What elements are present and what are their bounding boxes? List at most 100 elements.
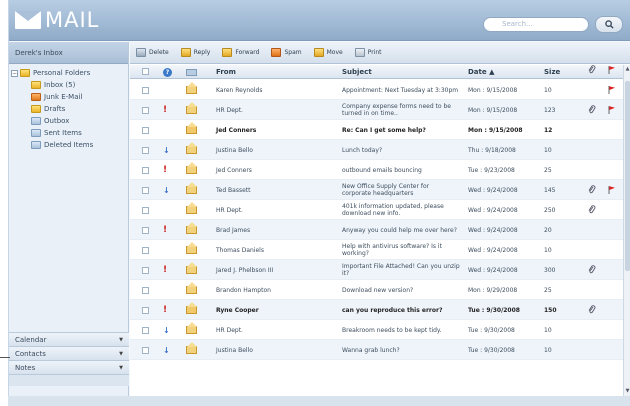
delete-button[interactable]: Delete <box>136 48 169 57</box>
row-checkbox[interactable] <box>142 120 152 140</box>
subject-cell: Re: Can I get some help? <box>342 126 426 134</box>
size-cell: 10 <box>544 86 552 94</box>
table-row[interactable]: ! Ryne Cooper can you reproduce this error… <box>130 300 623 320</box>
attachment-cell <box>588 160 600 180</box>
row-checkbox[interactable] <box>142 220 152 240</box>
table-row[interactable]: ! Jared J. Phelbson III Important File Att… <box>130 260 623 280</box>
read-status-cell <box>186 200 200 220</box>
column-subject[interactable]: Subject <box>342 65 372 79</box>
flag-cell[interactable] <box>608 280 620 300</box>
priority-column-icon[interactable]: ? <box>163 68 172 77</box>
row-checkbox[interactable] <box>142 300 152 320</box>
row-checkbox[interactable] <box>142 160 152 180</box>
flag-icon <box>608 186 615 194</box>
flag-cell[interactable] <box>608 200 620 220</box>
vertical-scrollbar[interactable]: ▲ ▼ <box>623 65 630 396</box>
row-checkbox[interactable] <box>142 200 152 220</box>
table-row[interactable]: Karen Reynolds Appointment: Next Tuesday … <box>130 80 623 100</box>
flag-cell[interactable] <box>608 100 620 120</box>
row-checkbox[interactable] <box>142 140 152 160</box>
table-row[interactable]: ↓ Ted Bassett New Office Supply Center for… <box>130 180 623 200</box>
junk-folder-icon <box>31 93 41 101</box>
checkbox-icon <box>142 166 149 174</box>
flag-cell[interactable] <box>608 140 620 160</box>
attachment-column-icon[interactable] <box>588 65 596 79</box>
flag-cell[interactable] <box>608 120 620 140</box>
column-size[interactable]: Size <box>544 65 560 79</box>
print-button[interactable]: Print <box>354 48 382 57</box>
folder-pane: Derek's Inbox − Personal Folders Inbox (… <box>9 42 129 396</box>
scrollbar-thumb[interactable] <box>625 81 630 271</box>
envelope-logo-icon <box>15 11 41 29</box>
sidebar-item-junk-e-mail[interactable]: Junk E-Mail <box>9 91 128 103</box>
search-button[interactable] <box>595 16 623 33</box>
size-cell: 20 <box>544 226 552 234</box>
checkbox-icon <box>142 206 149 214</box>
subject-cell: Help with antivirus software? Is it work… <box>342 243 442 257</box>
table-row[interactable]: Jed Conners Re: Can I get some help? Mon :… <box>130 120 623 140</box>
sidebar-item-outbox[interactable]: Outbox <box>9 115 128 127</box>
table-row[interactable]: ↓ Justina Bello Wanna grab lunch? Tue : 9/3… <box>130 340 623 360</box>
module-notes[interactable]: Notes ▼ <box>9 360 129 374</box>
row-checkbox[interactable] <box>142 340 152 360</box>
flag-cell[interactable] <box>608 160 620 180</box>
module-contacts[interactable]: Contacts ▼ <box>9 346 129 360</box>
size-cell: 250 <box>544 206 556 214</box>
size-cell: 25 <box>544 286 552 294</box>
from-cell: Jared J. Phelbson III <box>216 266 274 274</box>
read-status-cell <box>186 280 200 300</box>
module-calendar[interactable]: Calendar ▼ <box>9 332 129 346</box>
read-envelope-icon <box>186 282 197 294</box>
flag-cell[interactable] <box>608 80 620 100</box>
row-checkbox[interactable] <box>142 280 152 300</box>
flag-cell[interactable] <box>608 220 620 240</box>
sidebar-item-drafts[interactable]: Drafts <box>9 103 128 115</box>
spam-button[interactable]: Spam <box>271 48 302 57</box>
flag-column-icon[interactable] <box>608 65 616 79</box>
sidebar-item-label: Outbox <box>44 117 70 125</box>
priority-cell: ! <box>163 260 173 280</box>
reply-button[interactable]: Reply <box>180 48 210 57</box>
search-icon <box>604 20 614 29</box>
scroll-down-icon[interactable]: ▼ <box>624 388 630 395</box>
flag-cell[interactable] <box>608 260 620 280</box>
attachment-icon <box>588 305 596 314</box>
flag-cell[interactable] <box>608 180 620 200</box>
row-checkbox[interactable] <box>142 240 152 260</box>
flag-cell[interactable] <box>608 340 620 360</box>
table-row[interactable]: ! Jed Conners outbound emails bouncing Tue … <box>130 160 623 180</box>
scroll-up-icon[interactable]: ▲ <box>624 66 630 73</box>
attachment-cell <box>588 300 600 320</box>
read-status-cell <box>186 320 200 340</box>
sidebar-item-sent-items[interactable]: Sent Items <box>9 127 128 139</box>
row-checkbox[interactable] <box>142 320 152 340</box>
collapse-toggle-icon[interactable]: − <box>11 69 18 77</box>
table-row[interactable]: Thomas Daniels Help with antivirus softwa… <box>130 240 623 260</box>
row-checkbox[interactable] <box>142 180 152 200</box>
sidebar-item-inbox-5[interactable]: Inbox (5) <box>9 79 128 91</box>
search-input[interactable]: Search... <box>483 17 589 32</box>
sidebar-item-deleted-items[interactable]: Deleted Items <box>9 139 128 151</box>
personal-folders-node[interactable]: − Personal Folders <box>9 67 128 79</box>
priority-cell <box>163 200 173 220</box>
attachment-icon <box>588 205 596 214</box>
forward-button[interactable]: Forward <box>222 48 259 57</box>
read-status-column-icon[interactable] <box>186 69 197 76</box>
row-checkbox[interactable] <box>142 260 152 280</box>
subject-cell: outbound emails bouncing <box>342 166 422 174</box>
table-row[interactable]: ↓ Justina Bello Lunch today? Thu : 9/18/200… <box>130 140 623 160</box>
table-row[interactable]: ! Brad James Anyway you could help me over… <box>130 220 623 240</box>
column-from[interactable]: From <box>216 65 236 79</box>
row-checkbox[interactable] <box>142 80 152 100</box>
personal-folders-label: Personal Folders <box>33 69 91 77</box>
move-button[interactable]: Move <box>313 48 343 57</box>
flag-cell[interactable] <box>608 300 620 320</box>
table-row[interactable]: Brandon Hampton Download new version? Mon … <box>130 280 623 300</box>
flag-cell[interactable] <box>608 320 620 340</box>
table-row[interactable]: HR Dept. 401k information updated, please… <box>130 200 623 220</box>
row-checkbox[interactable] <box>142 100 152 120</box>
table-row[interactable]: ↓ HR Dept. Breakroom needs to be kept tidy… <box>130 320 623 340</box>
table-row[interactable]: ! HR Dept. Company expense forms need to b… <box>130 100 623 120</box>
flag-cell[interactable] <box>608 240 620 260</box>
column-date[interactable]: Date ▲ <box>468 65 494 79</box>
